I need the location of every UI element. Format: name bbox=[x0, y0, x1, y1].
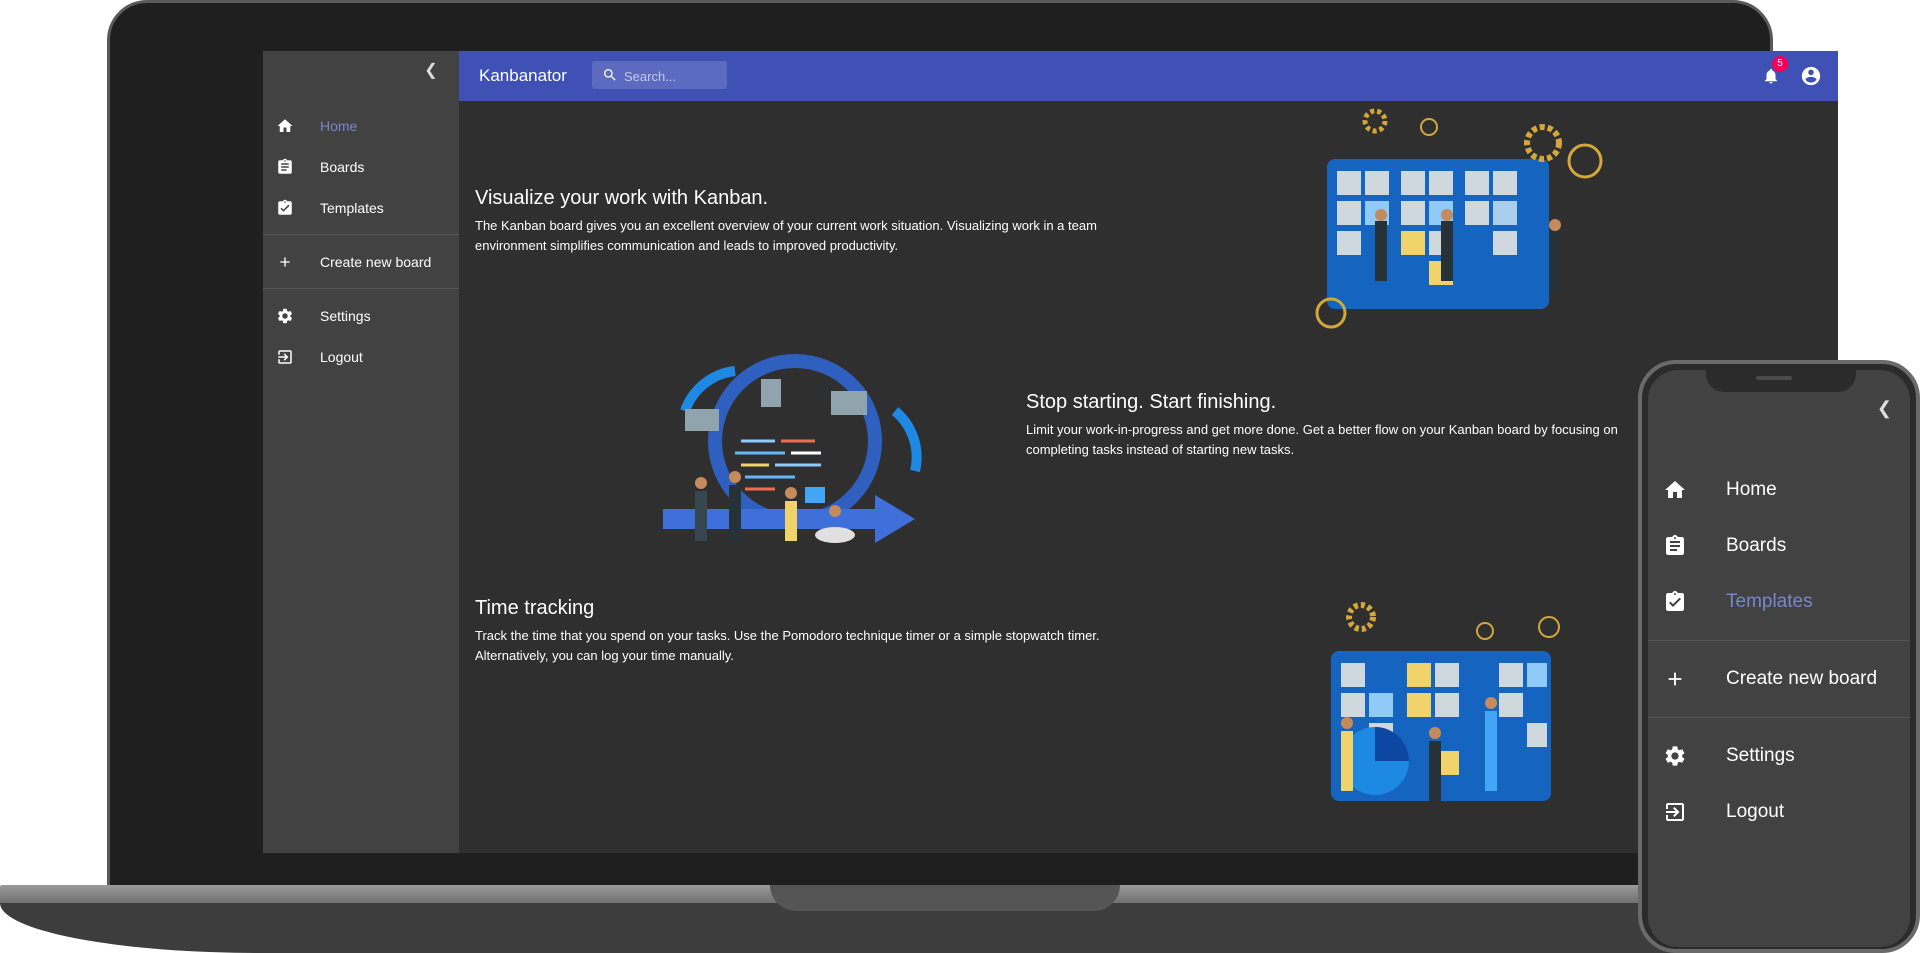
notification-badge: 5 bbox=[1772, 56, 1788, 72]
divider bbox=[1648, 717, 1910, 718]
divider bbox=[263, 288, 459, 289]
notifications-button[interactable]: 5 bbox=[1762, 56, 1788, 86]
sidebar-item-label: Templates bbox=[320, 199, 384, 216]
bell-icon bbox=[1762, 68, 1780, 90]
sidebar-item-label: Create new board bbox=[320, 253, 432, 270]
plus-icon bbox=[1662, 666, 1688, 692]
phone-frame: ❮ Home Boards Templates Create new board bbox=[1638, 360, 1920, 953]
clipboard-icon bbox=[1662, 533, 1688, 559]
main-content: Visualize your work with Kanban. The Kan… bbox=[459, 101, 1838, 853]
phone-nav-item-home[interactable]: Home bbox=[1648, 462, 1910, 518]
laptop-frame: ❮ Home Boards Templates Create new board… bbox=[107, 0, 1838, 895]
sidebar: ❮ Home Boards Templates Create new board… bbox=[263, 51, 459, 853]
sidebar-item-logout[interactable]: Logout bbox=[263, 336, 459, 377]
sidebar-item-label: Boards bbox=[320, 158, 365, 175]
laptop-hinge-notch bbox=[770, 885, 1120, 911]
section-title: Time tracking bbox=[475, 597, 595, 619]
chevron-left-icon[interactable]: ❮ bbox=[1877, 398, 1892, 419]
divider bbox=[263, 234, 459, 235]
phone-nav-label: Home bbox=[1726, 479, 1777, 500]
phone-nav: Home Boards Templates Create new board S… bbox=[1648, 462, 1910, 840]
home-icon bbox=[1662, 477, 1688, 503]
app-bar: Kanbanator 5 bbox=[459, 51, 1838, 101]
section-text: Limit your work-in-progress and get more… bbox=[1026, 422, 1618, 457]
plus-icon bbox=[275, 252, 295, 272]
sidebar-item-label: Home bbox=[320, 117, 358, 134]
sidebar-item-label: Settings bbox=[320, 307, 371, 324]
home-icon bbox=[275, 116, 295, 136]
divider bbox=[1648, 640, 1910, 641]
phone-notch bbox=[1706, 370, 1856, 392]
gear-icon bbox=[1662, 743, 1688, 769]
logout-icon bbox=[1662, 799, 1688, 825]
phone-nav-item-boards[interactable]: Boards bbox=[1648, 518, 1910, 574]
sidebar-item-label: Logout bbox=[320, 348, 363, 365]
search-box[interactable] bbox=[592, 61, 727, 91]
phone-nav-label: Boards bbox=[1726, 535, 1787, 556]
app-title: Kanbanator bbox=[479, 66, 567, 85]
phone-speaker bbox=[1756, 376, 1792, 380]
phone-nav-label: Settings bbox=[1726, 745, 1795, 766]
phone-nav-label: Create new board bbox=[1726, 668, 1878, 689]
time-tracking-illustration bbox=[1331, 602, 1560, 801]
sidebar-item-create-board[interactable]: Create new board bbox=[263, 241, 459, 282]
feature-stop-starting: Stop starting. Start finishing. Limit yo… bbox=[1026, 391, 1666, 460]
section-title: Stop starting. Start finishing. bbox=[1026, 391, 1277, 413]
phone-nav-label: Logout bbox=[1726, 801, 1785, 822]
kanban-board-illustration bbox=[1315, 108, 1603, 329]
feature-time-tracking: Time tracking Track the time that you sp… bbox=[475, 597, 1135, 666]
laptop-screen: ❮ Home Boards Templates Create new board… bbox=[263, 51, 1838, 853]
phone-screen: ❮ Home Boards Templates Create new board bbox=[1648, 370, 1910, 947]
sidebar-item-boards[interactable]: Boards bbox=[263, 146, 459, 187]
section-text: Track the time that you spend on your ta… bbox=[475, 628, 1100, 663]
phone-nav-item-templates[interactable]: Templates bbox=[1648, 574, 1910, 630]
phone-nav-item-logout[interactable]: Logout bbox=[1648, 784, 1910, 840]
account-circle-icon bbox=[1800, 66, 1822, 91]
clipboard-check-icon bbox=[1662, 589, 1688, 615]
sidebar-item-home[interactable]: Home bbox=[263, 105, 459, 146]
phone-nav-label: Templates bbox=[1726, 591, 1813, 612]
section-text: The Kanban board gives you an excellent … bbox=[475, 218, 1097, 253]
account-button[interactable] bbox=[1800, 65, 1822, 87]
chevron-left-icon[interactable]: ❮ bbox=[421, 61, 441, 81]
workflow-cycle-illustration bbox=[663, 354, 922, 543]
clipboard-check-icon bbox=[275, 198, 295, 218]
feature-visualize: Visualize your work with Kanban. The Kan… bbox=[475, 187, 1135, 256]
gear-icon bbox=[275, 306, 295, 326]
phone-nav-item-settings[interactable]: Settings bbox=[1648, 728, 1910, 784]
logout-icon bbox=[275, 347, 295, 367]
sidebar-item-templates[interactable]: Templates bbox=[263, 187, 459, 228]
phone-nav-item-create-board[interactable]: Create new board bbox=[1648, 651, 1910, 707]
sidebar-nav: Home Boards Templates Create new board S… bbox=[263, 105, 459, 377]
section-title: Visualize your work with Kanban. bbox=[475, 187, 769, 209]
search-icon bbox=[602, 67, 618, 88]
sidebar-item-settings[interactable]: Settings bbox=[263, 295, 459, 336]
search-input[interactable] bbox=[622, 61, 726, 91]
laptop-base bbox=[0, 885, 1920, 953]
clipboard-icon bbox=[275, 157, 295, 177]
